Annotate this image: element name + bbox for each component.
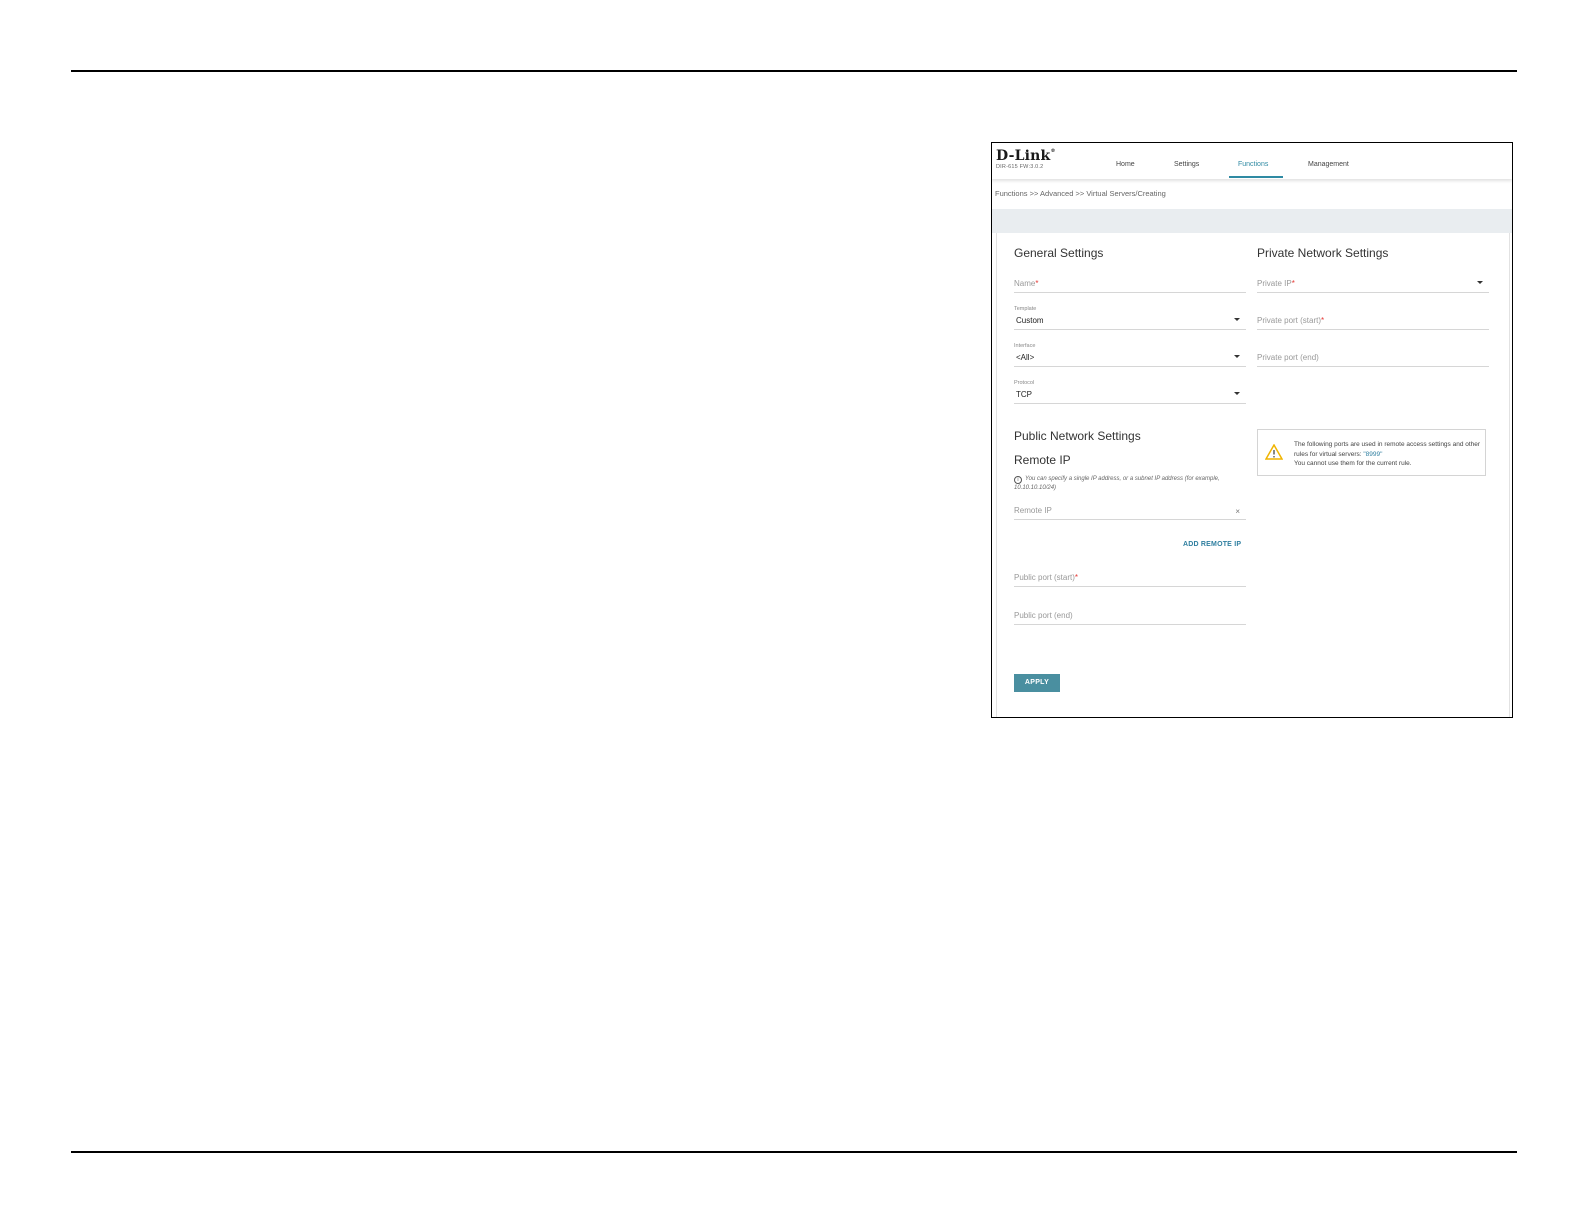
dlink-logo: D-Link® [996, 148, 1056, 164]
private-network-settings-title: Private Network Settings [1257, 246, 1389, 260]
remote-ip-field[interactable]: Remote IP × [1014, 496, 1246, 520]
protocol-select[interactable]: Protocol TCP [1014, 380, 1246, 404]
warning-text: The following ports are used in remote a… [1294, 441, 1481, 467]
add-remote-ip-button[interactable]: ADD REMOTE IP [1183, 541, 1241, 548]
tab-settings[interactable]: Settings [1174, 161, 1199, 168]
public-port-end-field[interactable]: Public port (end) [1014, 601, 1246, 625]
public-port-start-field[interactable]: Public port (start)* [1014, 563, 1246, 587]
public-network-settings-title: Public Network Settings [1014, 429, 1141, 443]
top-divider [71, 70, 1517, 72]
toolbar-strip [992, 209, 1512, 233]
port-conflict-warning: The following ports are used in remote a… [1257, 429, 1486, 476]
tab-home[interactable]: Home [1116, 161, 1135, 168]
router-ui-screenshot: D-Link® DIR-615 FW:3.0.2 Home Settings F… [991, 142, 1513, 718]
template-select[interactable]: Template Custom [1014, 306, 1246, 330]
clear-icon[interactable]: × [1235, 507, 1240, 516]
warning-triangle-icon [1265, 444, 1283, 460]
tab-management[interactable]: Management [1308, 161, 1349, 168]
private-port-start-field[interactable]: Private port (start)* [1257, 306, 1489, 330]
tab-functions[interactable]: Functions [1238, 161, 1268, 168]
conflicting-port: "8999" [1363, 450, 1383, 458]
breadcrumb: Functions >> Advanced >> Virtual Servers… [995, 189, 1166, 198]
chevron-down-icon [1477, 281, 1483, 284]
chevron-down-icon [1234, 355, 1240, 358]
apply-button[interactable]: APPLY [1014, 674, 1060, 692]
active-tab-indicator [1229, 176, 1283, 178]
name-field[interactable]: Name* [1014, 269, 1246, 293]
interface-select[interactable]: Interface <All> [1014, 343, 1246, 367]
virtual-server-form: General Settings Name* Template Custom I… [996, 233, 1510, 717]
top-navigation-bar: D-Link® DIR-615 FW:3.0.2 Home Settings F… [992, 143, 1512, 179]
model-firmware-label: DIR-615 FW:3.0.2 [996, 164, 1044, 170]
bottom-divider [71, 1151, 1517, 1153]
private-ip-select[interactable]: Private IP* [1257, 269, 1489, 293]
private-port-end-field[interactable]: Private port (end) [1257, 343, 1489, 367]
remote-ip-hint: i You can specify a single IP address, or… [1014, 476, 1220, 491]
general-settings-title: General Settings [1014, 246, 1104, 260]
chevron-down-icon [1234, 392, 1240, 395]
remote-ip-title: Remote IP [1014, 453, 1071, 467]
chevron-down-icon [1234, 318, 1240, 321]
info-icon: i [1014, 476, 1022, 484]
